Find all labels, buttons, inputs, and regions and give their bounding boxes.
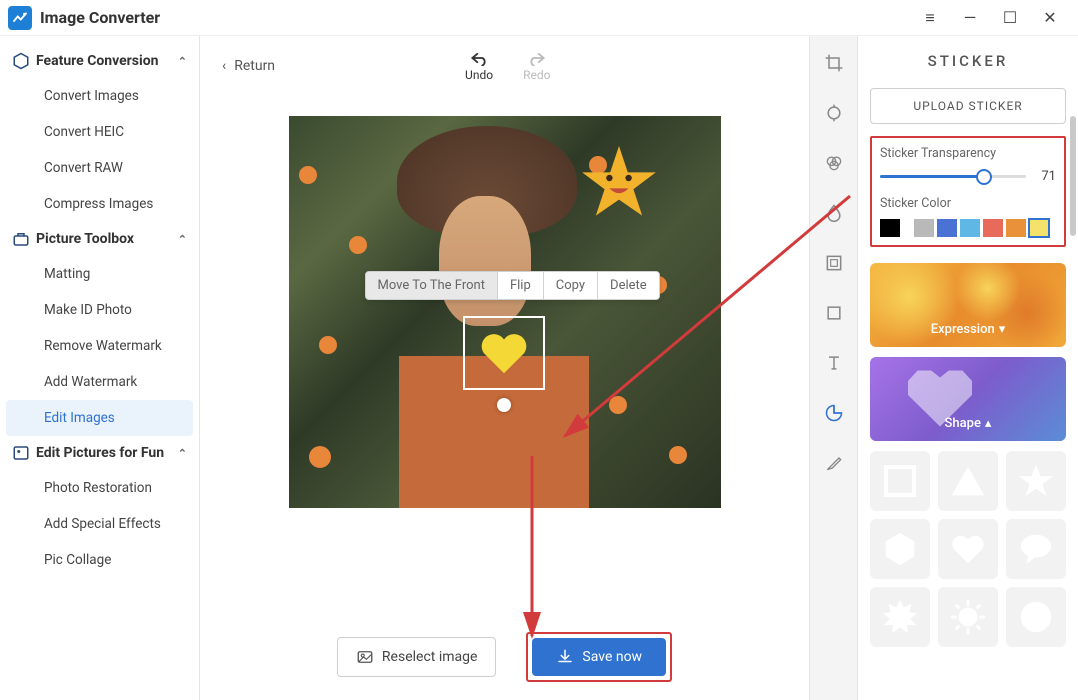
save-now-button[interactable]: Save now [532, 638, 666, 676]
sidebar-item-make-id-photo[interactable]: Make ID Photo [0, 292, 199, 328]
minimize-button[interactable]: — [960, 8, 980, 28]
shape-grid [870, 451, 1066, 647]
titlebar: Image Converter ≡ — ☐ ✕ [0, 0, 1078, 36]
chevron-up-icon: ⌃ [178, 233, 187, 246]
adjust-tool-icon[interactable] [823, 102, 845, 124]
section-picture-toolbox[interactable]: Picture Toolbox ⌃ [0, 222, 199, 256]
shape-triangle[interactable] [938, 451, 998, 511]
swatch-yellow[interactable] [1029, 219, 1049, 237]
sidebar-item-compress-images[interactable]: Compress Images [0, 186, 199, 222]
save-button-highlight: Save now [526, 632, 672, 682]
panel-scrollbar[interactable] [1070, 116, 1076, 236]
section-label: Feature Conversion [36, 53, 158, 69]
transparency-label: Sticker Transparency [880, 146, 1056, 161]
transparency-value: 71 [1034, 169, 1056, 184]
tool-strip [810, 36, 858, 700]
close-button[interactable]: ✕ [1040, 8, 1060, 28]
ctx-delete[interactable]: Delete [598, 272, 659, 299]
canvas-area: ‹ Return Undo Redo [200, 36, 810, 700]
ctx-flip[interactable]: Flip [498, 272, 544, 299]
hexagon-icon [12, 52, 30, 70]
text-tool-icon[interactable] [823, 352, 845, 374]
sticker-context-menu: Move To The Front Flip Copy Delete [365, 271, 660, 300]
sticker-tool-icon[interactable] [823, 402, 845, 424]
sidebar-item-add-watermark[interactable]: Add Watermark [0, 364, 199, 400]
sidebar: Feature Conversion ⌃ Convert Images Conv… [0, 36, 200, 700]
swatch-black[interactable] [880, 219, 900, 237]
picture-icon [12, 444, 30, 462]
chevron-up-icon: ⌃ [178, 55, 187, 68]
sidebar-item-convert-images[interactable]: Convert Images [0, 78, 199, 114]
reselect-label: Reselect image [382, 649, 478, 665]
return-label: Return [234, 58, 275, 74]
reselect-image-button[interactable]: Reselect image [337, 637, 497, 677]
ctx-copy[interactable]: Copy [544, 272, 598, 299]
undo-button[interactable]: Undo [465, 50, 493, 82]
sidebar-item-convert-raw[interactable]: Convert RAW [0, 150, 199, 186]
sticker-color-label: Sticker Color [880, 196, 1056, 211]
undo-label: Undo [465, 68, 493, 82]
sticker-panel: STICKER UPLOAD STICKER Sticker Transpare… [858, 36, 1078, 700]
blur-tool-icon[interactable] [823, 202, 845, 224]
category-label: Expression [931, 322, 995, 337]
sidebar-item-photo-restoration[interactable]: Photo Restoration [0, 470, 199, 506]
rotate-handle[interactable] [497, 398, 511, 412]
image-canvas[interactable]: Move To The Front Flip Copy Delete [289, 116, 721, 508]
star-sticker[interactable] [579, 142, 659, 222]
category-label: Shape [945, 416, 981, 431]
shape-circle[interactable] [1006, 587, 1066, 647]
shape-hexagon[interactable] [870, 519, 930, 579]
shape-heart[interactable] [938, 519, 998, 579]
app-logo [8, 6, 32, 30]
shape-sun[interactable] [938, 587, 998, 647]
swatch-red[interactable] [983, 219, 1003, 237]
color-swatches [880, 219, 1056, 237]
section-feature-conversion[interactable]: Feature Conversion ⌃ [0, 44, 199, 78]
swatch-gray[interactable] [914, 219, 934, 237]
sidebar-item-remove-watermark[interactable]: Remove Watermark [0, 328, 199, 364]
shape-burst[interactable] [870, 587, 930, 647]
sidebar-item-matting[interactable]: Matting [0, 256, 199, 292]
category-expression[interactable]: Expression ▾ [870, 263, 1066, 347]
redo-label: Redo [523, 68, 550, 82]
redo-button[interactable]: Redo [523, 50, 550, 82]
sidebar-item-pic-collage[interactable]: Pic Collage [0, 542, 199, 578]
shape-star[interactable] [1006, 451, 1066, 511]
sidebar-item-add-special-effects[interactable]: Add Special Effects [0, 506, 199, 542]
swatch-blue[interactable] [937, 219, 957, 237]
transparency-slider[interactable] [880, 175, 1026, 178]
app-title: Image Converter [40, 8, 160, 27]
sidebar-item-edit-images[interactable]: Edit Images [6, 400, 193, 436]
chevron-up-icon: ⌃ [178, 447, 187, 460]
chevron-down-icon: ▾ [999, 322, 1006, 337]
return-button[interactable]: ‹ Return [222, 58, 275, 74]
hamburger-icon[interactable]: ≡ [920, 8, 940, 28]
frame-tool-icon[interactable] [823, 252, 845, 274]
swatch-orange[interactable] [1006, 219, 1026, 237]
transparency-highlight-box: Sticker Transparency 71 Sticker Color [870, 136, 1066, 247]
sidebar-item-convert-heic[interactable]: Convert HEIC [0, 114, 199, 150]
shape-speech[interactable] [1006, 519, 1066, 579]
toolbox-icon [12, 230, 30, 248]
selected-heart-sticker[interactable] [463, 316, 545, 390]
brush-tool-icon[interactable] [823, 452, 845, 474]
section-label: Picture Toolbox [36, 231, 134, 247]
upload-sticker-button[interactable]: UPLOAD STICKER [870, 88, 1066, 124]
ctx-move-front[interactable]: Move To The Front [366, 272, 498, 299]
swatch-lightblue[interactable] [960, 219, 980, 237]
chevron-left-icon: ‹ [222, 58, 226, 74]
shape-square[interactable] [870, 451, 930, 511]
filter-tool-icon[interactable] [823, 152, 845, 174]
chevron-up-icon: ▴ [985, 416, 992, 431]
section-edit-pictures-fun[interactable]: Edit Pictures for Fun ⌃ [0, 436, 199, 470]
category-shape[interactable]: Shape ▴ [870, 357, 1066, 441]
maximize-button[interactable]: ☐ [1000, 8, 1020, 28]
section-label: Edit Pictures for Fun [36, 445, 164, 461]
slider-thumb[interactable] [976, 169, 992, 185]
crop-tool-icon[interactable] [823, 52, 845, 74]
square-tool-icon[interactable] [823, 302, 845, 324]
panel-title: STICKER [870, 52, 1066, 70]
save-label: Save now [582, 649, 642, 665]
